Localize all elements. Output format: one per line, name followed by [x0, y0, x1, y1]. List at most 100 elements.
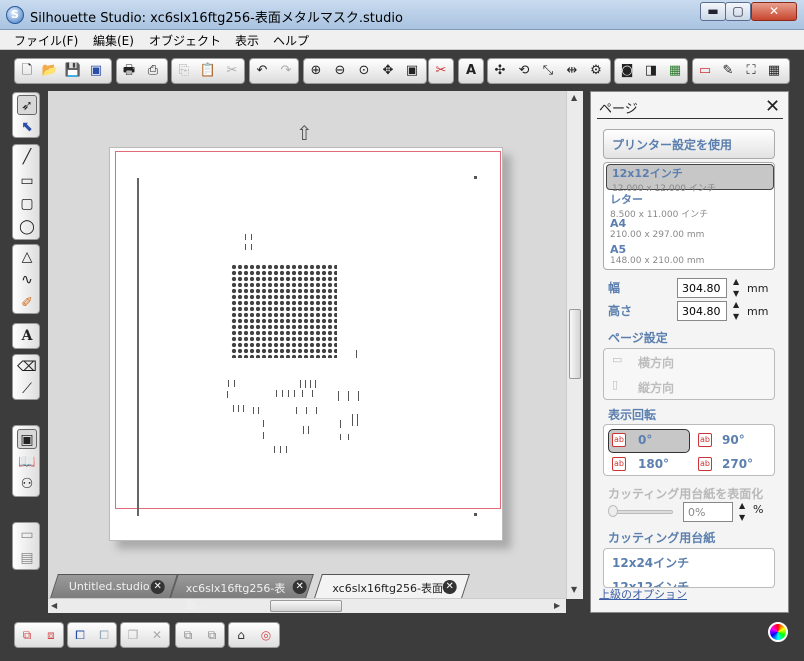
height-input[interactable]: 304.80	[677, 301, 727, 321]
list-item[interactable]: A4 210.00 x 297.00 mm	[610, 217, 770, 240]
mat-opacity-slider[interactable]	[613, 510, 673, 514]
vertical-scroll-thumb[interactable]	[569, 309, 581, 379]
align-icon[interactable]: ✣	[491, 62, 509, 80]
fullscreen-icon[interactable]: ⛶	[742, 62, 760, 80]
design-page-icon[interactable]: ▣	[17, 429, 37, 449]
design-canvas[interactable]: ⇧	[48, 91, 566, 599]
text-style-icon[interactable]: A	[462, 62, 480, 80]
minimize-button[interactable]: ▬	[700, 2, 726, 21]
rotation-180[interactable]: 180°	[638, 457, 669, 471]
fit-page-icon[interactable]: ▣	[403, 62, 421, 80]
grid-icon[interactable]: ▦	[765, 62, 783, 80]
tab-document-active[interactable]: xc6slx16ftg256-表面... ✕	[314, 574, 470, 598]
page-sheet[interactable]	[109, 147, 503, 541]
line-color-icon[interactable]: ▭	[696, 62, 714, 80]
zoom-selection-icon[interactable]: ⊙	[355, 62, 373, 80]
knife-icon[interactable]: ⟋	[17, 379, 37, 399]
line-tool-icon[interactable]: ╱	[17, 147, 37, 167]
menu-view[interactable]: 表示	[235, 32, 259, 49]
zoom-in-icon[interactable]: ⊕	[307, 62, 325, 80]
ungroup-icon[interactable]: ⧈	[42, 626, 60, 644]
offset-icon[interactable]: ◙	[618, 62, 636, 80]
release-compound-icon[interactable]: ⧠	[95, 626, 113, 644]
select-arrow-icon[interactable]: ➶	[17, 95, 37, 115]
menu-object[interactable]: オブジェクト	[149, 32, 221, 49]
paste-icon[interactable]: 📋	[199, 62, 217, 80]
trace-icon[interactable]: ◨	[642, 62, 660, 80]
tab-untitled[interactable]: Untitled.studio ✕	[50, 574, 178, 598]
vertical-scrollbar[interactable]: ▲ ▼	[566, 91, 583, 599]
text-tool-icon[interactable]: A	[17, 326, 37, 346]
print-icon[interactable]: 🖶	[120, 62, 138, 80]
scroll-up-icon[interactable]: ▲	[571, 93, 577, 102]
page-size-list[interactable]: 12x12インチ 12.000 x 12.000 インチ レター 8.500 x…	[603, 162, 775, 270]
list-item[interactable]: 12x24インチ	[612, 554, 689, 571]
replicate-icon[interactable]: ⚙	[587, 62, 605, 80]
freehand-tool-icon[interactable]: ✐	[17, 293, 37, 313]
ellipse-tool-icon[interactable]: ◯	[17, 217, 37, 237]
height-stepper-down-icon[interactable]: ▼	[733, 313, 739, 321]
tab-document-2[interactable]: xc6slx16ftg256-表面... ✕	[170, 574, 314, 611]
copy-icon[interactable]: ⎘	[175, 62, 193, 80]
compound-path-icon[interactable]: ⧠	[71, 626, 89, 644]
mat-opacity-down-icon[interactable]: ▼	[739, 514, 745, 522]
store-icon[interactable]: ⚇	[17, 474, 37, 494]
cut-icon[interactable]: ✂	[223, 62, 241, 80]
split-view-icon[interactable]: ▤	[17, 548, 37, 568]
library-save-icon[interactable]: ⌂	[232, 626, 250, 644]
eraser-icon[interactable]: ⌫	[17, 357, 37, 377]
close-icon[interactable]: ✕	[765, 96, 780, 117]
height-stepper-up-icon[interactable]: ▲	[733, 301, 739, 309]
maximize-button[interactable]: ▢	[725, 2, 751, 21]
width-input[interactable]: 304.80	[677, 278, 727, 298]
use-printer-settings-button[interactable]: プリンター設定を使用	[603, 129, 775, 159]
target-icon[interactable]: ◎	[257, 626, 275, 644]
tab-close-icon[interactable]: ✕	[292, 580, 307, 594]
mat-opacity-input[interactable]: 0%	[683, 502, 733, 522]
new-document-icon[interactable]: 🗋	[18, 62, 36, 80]
undo-icon[interactable]: ↶	[253, 62, 271, 80]
duplicate-icon[interactable]: ❐	[124, 626, 142, 644]
width-stepper-down-icon[interactable]: ▼	[733, 290, 739, 298]
group-icon[interactable]: ⧉	[18, 626, 36, 644]
rotation-270[interactable]: 270°	[722, 457, 753, 471]
cutting-mat-list[interactable]: 12x24インチ 12x12インチ	[603, 548, 775, 588]
open-folder-icon[interactable]: 📂	[41, 62, 59, 80]
save-to-library-icon[interactable]: ▣	[87, 62, 105, 80]
pen-icon[interactable]: ✎	[719, 62, 737, 80]
color-wheel-icon[interactable]	[768, 622, 788, 642]
rotation-0[interactable]: 0°	[638, 433, 652, 447]
scroll-down-icon[interactable]: ▼	[571, 585, 577, 594]
send-back-icon[interactable]: ⧉	[203, 626, 221, 644]
scale-icon[interactable]: ⤡	[539, 62, 557, 80]
tab-close-icon[interactable]: ✕	[442, 580, 457, 594]
orientation-landscape[interactable]: 横方向	[638, 354, 674, 371]
single-view-icon[interactable]: ▭	[17, 525, 37, 545]
rotation-90[interactable]: 90°	[722, 433, 745, 447]
polygon-tool-icon[interactable]: △	[17, 247, 37, 267]
point-edit-icon[interactable]: ⬉	[17, 117, 37, 137]
print-cut-icon[interactable]: ⎙	[144, 62, 162, 80]
orientation-portrait[interactable]: 縦方向	[638, 379, 674, 396]
scroll-right-icon[interactable]: ▶	[554, 601, 560, 610]
menu-edit[interactable]: 編集(E)	[93, 32, 134, 49]
menu-help[interactable]: ヘルプ	[273, 32, 309, 49]
curve-tool-icon[interactable]: ∿	[17, 270, 37, 290]
advanced-options-link[interactable]: 上級のオプション	[599, 586, 687, 602]
scroll-left-icon[interactable]: ◀	[51, 601, 57, 610]
mat-opacity-slider-handle[interactable]	[608, 505, 618, 517]
pan-icon[interactable]: ✥	[379, 62, 397, 80]
list-item[interactable]: A5 148.00 x 210.00 mm	[610, 243, 770, 266]
library-book-icon[interactable]: 📖	[17, 452, 37, 472]
scissors-icon[interactable]: ✂	[432, 62, 450, 80]
rounded-rect-tool-icon[interactable]: ▢	[17, 194, 37, 214]
rectangle-tool-icon[interactable]: ▭	[17, 171, 37, 191]
fill-color-icon[interactable]: ▦	[666, 62, 684, 80]
move-icon[interactable]: ⇹	[563, 62, 581, 80]
menu-file[interactable]: ファイル(F)	[14, 32, 78, 49]
mat-opacity-up-icon[interactable]: ▲	[739, 502, 745, 510]
bring-front-icon[interactable]: ⧉	[179, 626, 197, 644]
delete-icon[interactable]: ✕	[148, 626, 166, 644]
zoom-out-icon[interactable]: ⊖	[331, 62, 349, 80]
tab-close-icon[interactable]: ✕	[150, 580, 165, 594]
